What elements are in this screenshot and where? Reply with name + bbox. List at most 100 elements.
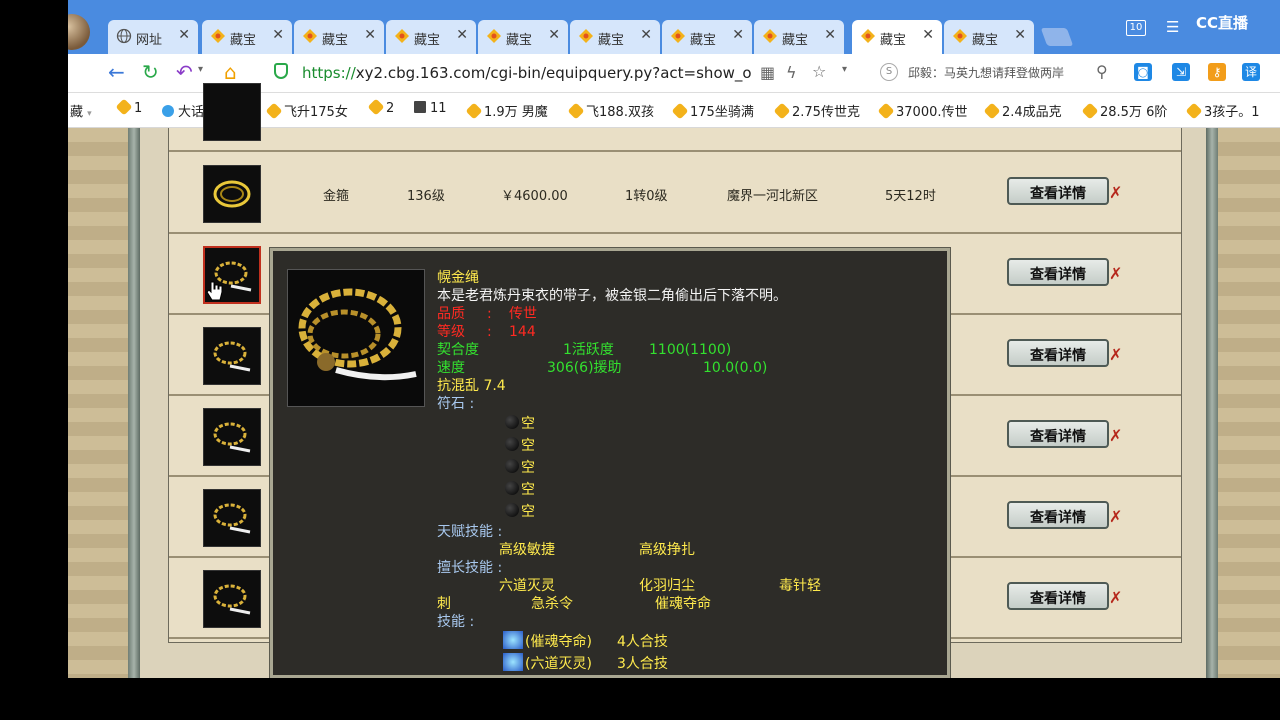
rune-slot: 空 [521,460,535,476]
rune-slot-icon [505,481,519,495]
talent-label: 天赋技能 : [437,524,503,540]
quality-sep: : [487,306,492,322]
item-name[interactable]: 金箍 [323,185,349,204]
item-time-left: 5天12时 [885,189,936,204]
tab-strip: 网址 ✕ 藏宝 ✕ 藏宝 ✕ 藏宝 ✕ 藏宝 ✕ 藏宝 ✕ 藏宝 ✕ 藏宝 ✕ 藏宝 ✕ 藏宝 ✕… [68,0,1280,54]
view-details-button[interactable]: 查看详情 ✗ [1007,177,1122,207]
tab-5[interactable]: 藏宝 ✕ [478,20,568,54]
view-details-button[interactable]: 查看详情 ✗ [1007,582,1122,612]
rune-slot: 空 [521,438,535,454]
item-thumbnail[interactable] [203,83,261,141]
rope-icon [213,503,251,534]
rune-slot-icon [505,415,519,429]
tab-active[interactable]: 藏宝 ✕ [852,20,942,54]
tassel-icon: ✗ [1109,345,1123,364]
tab-2[interactable]: 藏宝 ✕ [202,20,292,54]
item-thumbnail[interactable] [203,489,261,547]
tassel-icon: ✗ [1109,507,1123,526]
globe-icon [116,28,132,44]
item-thumbnail[interactable] [203,165,261,223]
user-avatar[interactable] [68,14,90,50]
new-tab-button[interactable] [1040,28,1074,46]
item-tooltip-popup: 幌金绳 本是老君炼丹束衣的带子，被金银二角偷出后下落不明。 品质 : 传世 等级… [269,247,951,678]
view-details-button[interactable]: 查看详情 ✗ [1007,501,1122,531]
view-details-button[interactable]: 查看详情 ✗ [1007,420,1122,450]
close-icon[interactable]: ✕ [272,27,284,43]
tassel-icon: ✗ [1109,426,1123,445]
item-reincarnation: 1转0级 [625,189,668,204]
treasure-icon [210,28,226,44]
rune-slot: 空 [521,504,535,520]
item-thumbnail[interactable] [203,327,261,385]
expert-skill: 催魂夺命 [655,596,711,612]
item-description: 本是老君炼丹束衣的带子，被金银二角偷出后下落不明。 [437,288,787,304]
tab-label: 藏宝 [782,33,809,48]
quality-value: 传世 [509,306,537,322]
decorative-border [68,128,128,678]
tab-10[interactable]: 藏宝 ✕ [944,20,1034,54]
speed-label: 速度 [437,360,465,376]
treasure-icon [762,28,778,44]
tassel-icon: ✗ [1109,264,1123,283]
close-icon[interactable]: ✕ [456,27,468,43]
back-arrow-icon[interactable]: ← [108,60,125,84]
close-icon[interactable]: ✕ [548,27,560,43]
tassel-icon: ✗ [1109,183,1123,202]
view-details-button[interactable]: 查看详情 ✗ [1007,339,1122,369]
talent: 高级挣扎 [639,542,695,558]
close-icon[interactable]: ✕ [178,27,190,43]
bookmark-folder[interactable]: 藏 ▾ [70,101,92,120]
browser-window: 网址 ✕ 藏宝 ✕ 藏宝 ✕ 藏宝 ✕ 藏宝 ✕ 藏宝 ✕ 藏宝 ✕ 藏宝 ✕ 藏宝 ✕ 藏宝 ✕… [68,0,1280,678]
close-icon[interactable]: ✕ [364,27,376,43]
bookmark-item[interactable]: 1 [115,98,142,116]
table-row [169,71,1181,152]
skill-name: (催魂夺命) [525,634,592,650]
expert-skill: 化羽归尘 [639,578,695,594]
bookmark-icon [1185,102,1203,120]
key-icon[interactable]: ⚷ [1208,63,1226,81]
refresh-icon[interactable]: ↻ [142,60,159,84]
tab-6[interactable]: 藏宝 ✕ [570,20,660,54]
rune-slot-icon [505,503,519,517]
item-level: 136级 [407,189,445,204]
level-sep: : [487,324,492,340]
tab-4[interactable]: 藏宝 ✕ [386,20,476,54]
cc-live-logo[interactable]: CC直播 [1196,12,1248,33]
skill-icon [503,653,523,671]
tab-label: 藏宝 [506,33,533,48]
close-icon[interactable]: ✕ [922,27,934,43]
tab-label: 藏宝 [230,33,257,48]
tab-label: 藏宝 [972,33,999,48]
menu-icon[interactable]: ☰ [1166,18,1179,36]
tab-8[interactable]: 藏宝 ✕ [754,20,844,54]
item-thumbnail[interactable] [203,408,261,466]
tab-3[interactable]: 藏宝 ✕ [294,20,384,54]
table-row[interactable]: 金箍 136级 ￥4600.00 1转0级 魔界一河北新区 5天12时 查看详情… [169,153,1181,234]
tab-count-badge[interactable]: 10 [1126,20,1146,36]
golden-rope-icon [298,288,417,381]
treasure-icon [302,28,318,44]
item-server: 魔界一河北新区 [727,189,819,204]
translate-icon[interactable]: 译 [1242,63,1260,81]
close-icon[interactable]: ✕ [640,27,652,43]
rune-label: 符石 : [437,396,475,412]
anti-chaos: 抗混乱 7.4 [437,378,506,394]
close-icon[interactable]: ✕ [732,27,744,43]
treasure-icon [486,28,502,44]
tab-7[interactable]: 藏宝 ✕ [662,20,752,54]
expert-skill: 刺 [437,596,451,612]
rune-slot-icon [505,459,519,473]
tab-label: 藏宝 [414,33,441,48]
hand-cursor-icon [206,281,223,301]
tab-1[interactable]: 网址 ✕ [108,20,198,54]
view-details-button[interactable]: 查看详情 ✗ [1007,258,1122,288]
expert-skill: 毒针轻 [779,578,821,594]
quality-label: 品质 [437,306,465,322]
treasure-icon [394,28,410,44]
item-thumbnail[interactable] [203,570,261,628]
close-icon[interactable]: ✕ [1014,27,1026,43]
skill-combo: 4人合技 [617,634,668,650]
close-icon[interactable]: ✕ [824,27,836,43]
rune-slot: 空 [521,416,535,432]
bookmark-item[interactable]: 3孩子。1 [1185,101,1260,120]
